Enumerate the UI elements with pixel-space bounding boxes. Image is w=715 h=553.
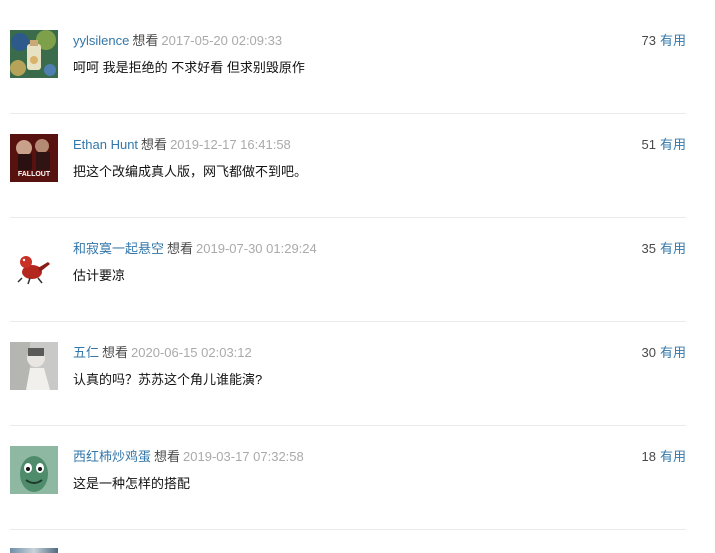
comment-meta: Ethan Hunt 想看 2019-12-17 16:41:58: [73, 136, 291, 154]
comment-text: 这是一种怎样的搭配: [73, 476, 191, 491]
vote-count: 51: [641, 137, 656, 152]
comment-item: 五仁 想看 2020-06-15 02:03:12 30 有用 认真的吗？苏苏这个角儿…: [10, 322, 686, 426]
avatar[interactable]: FALLOUT: [10, 134, 58, 182]
useful-button[interactable]: 有用: [660, 449, 686, 464]
vote-area: 35 有用: [642, 240, 686, 258]
comment-text: 把这个改编成真人版，网飞都做不到吧。: [73, 164, 308, 179]
useful-button[interactable]: 有用: [660, 345, 686, 360]
vote-count: 30: [641, 345, 656, 360]
status-label: 想看: [167, 241, 194, 256]
comment-text: 认真的吗？苏苏这个角儿谁能演?: [73, 372, 263, 387]
vote-area: 73 有用: [642, 32, 686, 50]
comment-text: 呵呵 我是拒绝的 不求好看 但求别毁原作: [73, 60, 305, 75]
vote-area: 30 有用: [642, 344, 686, 362]
vote-count: 73: [641, 33, 656, 48]
username-link[interactable]: Ethan Hunt: [73, 137, 138, 152]
comment-item: FALLOUT Ethan Hunt 想看 2019-12-17 16:41:58 …: [10, 114, 686, 218]
avatar[interactable]: [10, 342, 58, 390]
username-link[interactable]: 五仁: [73, 345, 99, 360]
timestamp: 2019-07-30 01:29:24: [196, 241, 317, 256]
vote-area: 18 有用: [642, 448, 686, 466]
avatar[interactable]: [10, 548, 58, 553]
comment-item: 西红柿炒鸡蛋 想看 2019-03-17 07:32:58 18 有用 这是一种怎样的…: [10, 426, 686, 530]
status-label: 想看: [154, 449, 181, 464]
poster-text: FALLOUT: [18, 171, 51, 178]
comment-meta: yylsilence 想看 2017-05-20 02:09:33: [73, 32, 282, 50]
status-label: 想看: [141, 137, 168, 152]
vote-area: 51 有用: [642, 136, 686, 154]
comment-meta: 五仁 想看 2020-06-15 02:03:12: [73, 344, 252, 362]
vote-count: 18: [641, 449, 656, 464]
timestamp: 2019-03-17 07:32:58: [183, 449, 304, 464]
comment-item: 和寂寞一起悬空 想看 2019-07-30 01:29:24 35 有用 估计要凉: [10, 218, 686, 322]
timestamp: 2020-06-15 02:03:12: [131, 345, 252, 360]
timestamp: 2019-12-17 16:41:58: [170, 137, 291, 152]
status-label: 想看: [132, 33, 159, 48]
username-link[interactable]: 西红柿炒鸡蛋: [73, 449, 151, 464]
useful-button[interactable]: 有用: [660, 33, 686, 48]
comment-item: yylsilence 想看 2017-05-20 02:09:33 73 有用 呵呵 …: [10, 10, 686, 114]
useful-button[interactable]: 有用: [660, 241, 686, 256]
comment-text: 估计要凉: [73, 268, 126, 283]
timestamp: 2017-05-20 02:09:33: [161, 33, 283, 48]
username-link[interactable]: yylsilence: [73, 33, 129, 48]
avatar[interactable]: [10, 446, 58, 494]
avatar[interactable]: [10, 238, 58, 286]
comment-meta: 和寂寞一起悬空 想看 2019-07-30 01:29:24: [73, 240, 317, 258]
useful-button[interactable]: 有用: [660, 137, 686, 152]
username-link[interactable]: 和寂寞一起悬空: [73, 241, 164, 256]
vote-count: 35: [641, 241, 656, 256]
comment-meta: 西红柿炒鸡蛋 想看 2019-03-17 07:32:58: [73, 448, 304, 466]
avatar[interactable]: [10, 30, 58, 78]
status-label: 想看: [102, 345, 129, 360]
comment-list: yylsilence 想看 2017-05-20 02:09:33 73 有用 呵呵 …: [0, 0, 715, 553]
